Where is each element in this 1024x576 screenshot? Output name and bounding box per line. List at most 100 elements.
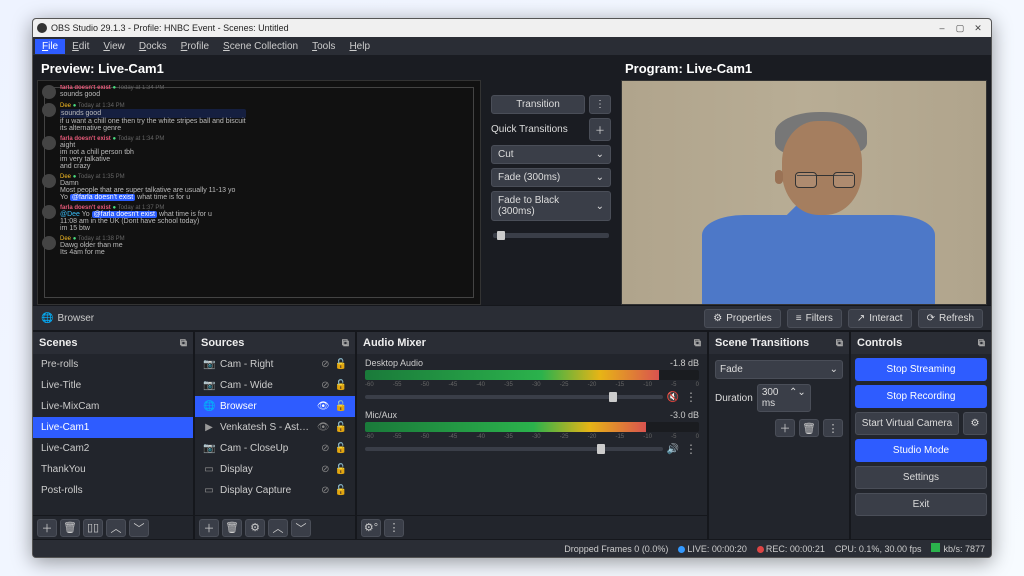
dock-panels: Scenes⧉ Pre-rollsLive-TitleLive-MixCamLi… — [33, 331, 991, 539]
scenes-list[interactable]: Pre-rollsLive-TitleLive-MixCamLive-Cam1L… — [33, 354, 193, 515]
undock-icon[interactable]: ⧉ — [836, 338, 843, 349]
track-menu-button[interactable]: ⋮ — [683, 442, 699, 456]
app-icon — [37, 23, 47, 33]
scene-item-post-rolls[interactable]: Post-rolls — [33, 480, 193, 501]
stop-recording-button[interactable]: Stop Recording — [855, 385, 987, 408]
menu-scene-collection[interactable]: Scene Collection — [216, 39, 305, 54]
transition-menu-button[interactable]: ⋮ — [823, 419, 843, 437]
menu-file[interactable]: File — [35, 39, 65, 54]
mixer-settings-button[interactable]: ⚙° — [361, 519, 381, 537]
scene-item-thankyou[interactable]: ThankYou — [33, 459, 193, 480]
maximize-button[interactable]: ▢ — [951, 23, 969, 34]
visibility-toggle[interactable]: ⊘ — [321, 485, 329, 496]
menu-edit[interactable]: Edit — [65, 39, 96, 54]
transition-select[interactable]: Fade⌄ — [715, 360, 843, 379]
ctx-interact-button[interactable]: ↗Interact — [848, 309, 912, 328]
scenes-panel: Scenes⧉ Pre-rollsLive-TitleLive-MixCamLi… — [33, 332, 193, 539]
scene-filter-button[interactable]: ▯▯ — [83, 519, 103, 537]
duration-input[interactable]: 300 ms⌃⌄ — [757, 384, 811, 412]
menu-profile[interactable]: Profile — [174, 39, 216, 54]
undock-icon[interactable]: ⧉ — [342, 338, 349, 349]
lock-toggle[interactable]: 🔓 — [335, 401, 347, 412]
visibility-toggle[interactable]: 👁 — [317, 401, 330, 412]
lock-toggle[interactable]: 🔓 — [335, 485, 347, 496]
minimize-button[interactable]: – — [933, 23, 951, 33]
program-canvas[interactable] — [621, 80, 987, 305]
menu-tools[interactable]: Tools — [305, 39, 342, 54]
status-rec: REC: 00:00:21 — [757, 544, 825, 554]
ctx-filters-button[interactable]: ≡Filters — [787, 309, 842, 328]
add-quick-transition-button[interactable]: ＋ — [589, 118, 611, 141]
controls-panel: Controls⧉ Stop StreamingStop RecordingSt… — [851, 332, 991, 539]
lock-toggle[interactable]: 🔓 — [335, 380, 347, 391]
visibility-toggle[interactable]: ⊘ — [321, 359, 329, 370]
mute-button[interactable]: 🔇 — [667, 392, 679, 403]
lock-toggle[interactable]: 🔓 — [335, 443, 347, 454]
lock-toggle[interactable]: 🔓 — [335, 464, 347, 475]
tbar-slider[interactable] — [493, 233, 609, 238]
source-down-button[interactable]: ﹀ — [291, 519, 311, 537]
start-virtual-camera-button[interactable]: Start Virtual Camera — [855, 412, 959, 435]
scene-down-button[interactable]: ﹀ — [129, 519, 149, 537]
source-item-display[interactable]: ▭Display⊘🔓 — [195, 459, 355, 480]
visibility-toggle[interactable]: 👁 — [317, 422, 330, 433]
sources-list[interactable]: 📷Cam - Right⊘🔓📷Cam - Wide⊘🔓🌐Browser👁🔓▶Ve… — [195, 354, 355, 515]
qt-fade-to-black-300ms-[interactable]: Fade to Black (300ms)⌄ — [491, 191, 611, 221]
audio-mixer-panel: Audio Mixer⧉ Desktop Audio-1.8 dB-60-55-… — [357, 332, 707, 539]
studio-mode-button[interactable]: Studio Mode — [855, 439, 987, 462]
source-props-button[interactable]: ⚙ — [245, 519, 265, 537]
scene-item-live-cam2[interactable]: Live-Cam2 — [33, 438, 193, 459]
volume-slider[interactable] — [365, 395, 663, 399]
source-item-cam-right[interactable]: 📷Cam - Right⊘🔓 — [195, 354, 355, 375]
source-add-button[interactable]: ＋ — [199, 519, 219, 537]
ctx-properties-button[interactable]: ⚙Properties — [704, 309, 781, 328]
mixer-title: Audio Mixer — [363, 337, 426, 349]
virtual-camera-settings-button[interactable]: ⚙ — [963, 412, 987, 435]
undock-icon[interactable]: ⧉ — [694, 338, 701, 349]
settings-button[interactable]: Settings — [855, 466, 987, 489]
lock-toggle[interactable]: 🔓 — [335, 422, 347, 433]
titlebar: OBS Studio 29.1.3 - Profile: HNBC Event … — [33, 19, 991, 37]
cam-icon: 📷 — [203, 380, 215, 391]
undock-icon[interactable]: ⧉ — [978, 338, 985, 349]
exit-button[interactable]: Exit — [855, 493, 987, 516]
source-item-venkatesh-s-aston-ban-[interactable]: ▶Venkatesh S - Aston Ban…👁🔓 — [195, 417, 355, 438]
undock-icon[interactable]: ⧉ — [180, 338, 187, 349]
qt-fade-300ms-[interactable]: Fade (300ms)⌄ — [491, 168, 611, 187]
transition-remove-button[interactable]: 🗑 — [799, 419, 819, 437]
qt-cut[interactable]: Cut⌄ — [491, 145, 611, 164]
transition-menu-button[interactable]: ⋮ — [589, 95, 611, 114]
cam-icon: 📷 — [203, 359, 215, 370]
scene-remove-button[interactable]: 🗑 — [60, 519, 80, 537]
track-menu-button[interactable]: ⋮ — [683, 390, 699, 404]
visibility-toggle[interactable]: ⊘ — [321, 380, 329, 391]
scene-item-live-cam1[interactable]: Live-Cam1 — [33, 417, 193, 438]
source-remove-button[interactable]: 🗑 — [222, 519, 242, 537]
scene-item-live-mixcam[interactable]: Live-MixCam — [33, 396, 193, 417]
visibility-toggle[interactable]: ⊘ — [321, 443, 329, 454]
scene-add-button[interactable]: ＋ — [37, 519, 57, 537]
scene-item-pre-rolls[interactable]: Pre-rolls — [33, 354, 193, 375]
transition-button[interactable]: Transition — [491, 95, 585, 114]
lock-toggle[interactable]: 🔓 — [335, 359, 347, 370]
mixer-menu-button[interactable]: ⋮ — [384, 519, 404, 537]
preview-canvas[interactable]: farla doesn't exist ● Today at 1:34 PMso… — [37, 80, 481, 305]
visibility-toggle[interactable]: ⊘ — [321, 464, 329, 475]
scene-item-live-title[interactable]: Live-Title — [33, 375, 193, 396]
disp-icon: ▭ — [203, 464, 215, 475]
source-item-display-capture[interactable]: ▭Display Capture⊘🔓 — [195, 480, 355, 501]
menu-view[interactable]: View — [96, 39, 132, 54]
close-button[interactable]: ✕ — [969, 23, 987, 34]
source-item-cam-closeup[interactable]: 📷Cam - CloseUp⊘🔓 — [195, 438, 355, 459]
menu-docks[interactable]: Docks — [132, 39, 174, 54]
transition-add-button[interactable]: ＋ — [775, 419, 795, 437]
source-item-browser[interactable]: 🌐Browser👁🔓 — [195, 396, 355, 417]
source-item-cam-wide[interactable]: 📷Cam - Wide⊘🔓 — [195, 375, 355, 396]
source-up-button[interactable]: ︿ — [268, 519, 288, 537]
scene-up-button[interactable]: ︿ — [106, 519, 126, 537]
stop-streaming-button[interactable]: Stop Streaming — [855, 358, 987, 381]
mute-button[interactable]: 🔊 — [667, 444, 679, 455]
volume-slider[interactable] — [365, 447, 663, 451]
ctx-refresh-button[interactable]: ⟳Refresh — [918, 309, 983, 328]
menu-help[interactable]: Help — [342, 39, 377, 54]
